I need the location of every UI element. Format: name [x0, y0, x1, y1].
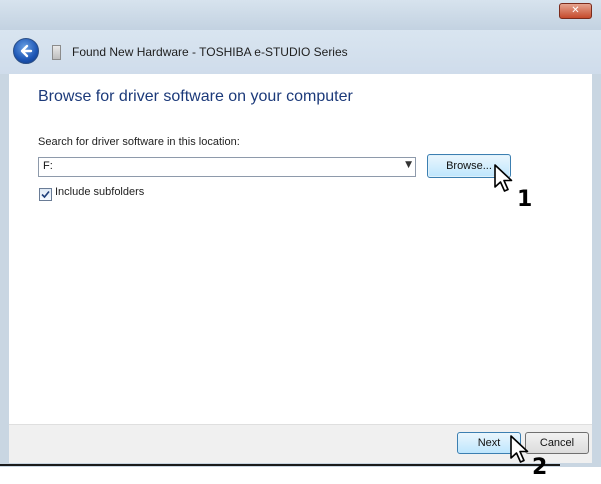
- mouse-pointer-icon: [510, 435, 529, 463]
- title-bar: ✕: [0, 0, 601, 30]
- callout-number-2: 2: [532, 455, 548, 480]
- mouse-pointer-icon: [494, 164, 513, 192]
- cancel-button[interactable]: Cancel: [525, 432, 589, 454]
- close-icon: ✕: [571, 5, 580, 16]
- page-heading: Browse for driver software on your compu…: [38, 88, 353, 105]
- hardware-device-icon: [52, 45, 61, 60]
- close-button[interactable]: ✕: [559, 3, 592, 19]
- checkmark-icon: [41, 190, 50, 199]
- cancel-button-label: Cancel: [539, 437, 575, 449]
- window-title: Found New Hardware - TOSHIBA e-STUDIO Se…: [72, 45, 348, 59]
- wizard-footer: Next Cancel: [9, 424, 592, 463]
- back-button[interactable]: [13, 38, 39, 64]
- dropdown-arrow-icon[interactable]: ▼: [405, 160, 412, 170]
- divider-line: [0, 464, 560, 466]
- include-subfolders-checkbox[interactable]: [39, 188, 52, 201]
- location-combobox[interactable]: F: ▼: [38, 157, 416, 177]
- callout-number-1: 1: [517, 187, 533, 212]
- wizard-header: Found New Hardware - TOSHIBA e-STUDIO Se…: [0, 30, 601, 74]
- wizard-window: ✕ Found New Hardware - TOSHIBA e-STUDIO …: [0, 0, 601, 467]
- search-location-label: Search for driver software in this locat…: [38, 136, 240, 148]
- include-subfolders-label[interactable]: Include subfolders: [55, 186, 144, 198]
- browse-button-label: Browse...: [446, 160, 492, 172]
- wizard-content: Browse for driver software on your compu…: [9, 74, 592, 424]
- location-value: F:: [43, 160, 53, 172]
- back-arrow-icon: [20, 44, 33, 58]
- next-button-label: Next: [477, 437, 501, 449]
